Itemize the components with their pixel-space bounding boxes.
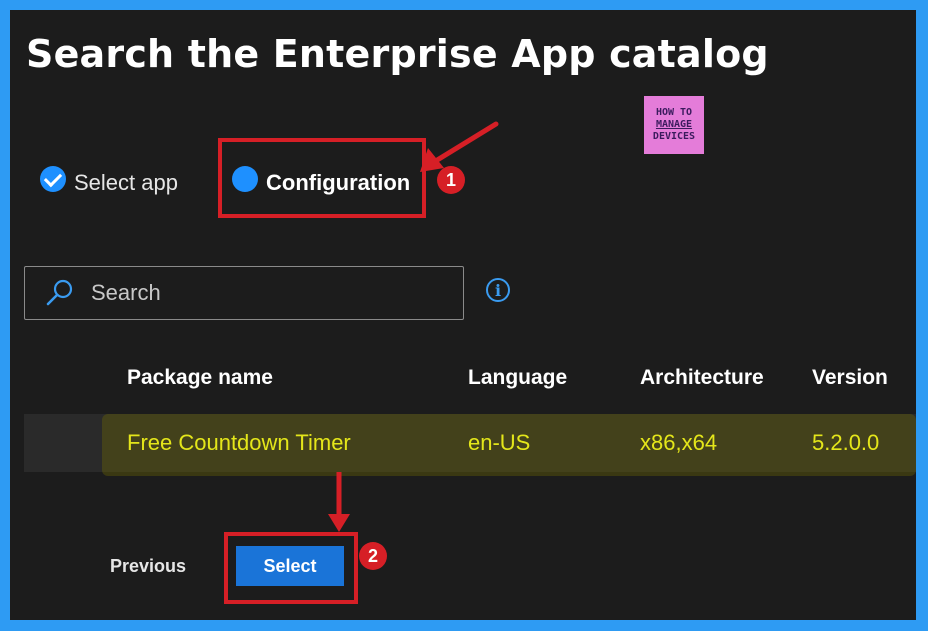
annotation-arrows — [328, 121, 499, 532]
annotation-arrow-1 — [420, 121, 499, 172]
annotation-arrow-2 — [328, 472, 350, 532]
catalog-panel: Search the Enterprise App catalog HOW TO… — [10, 10, 916, 620]
